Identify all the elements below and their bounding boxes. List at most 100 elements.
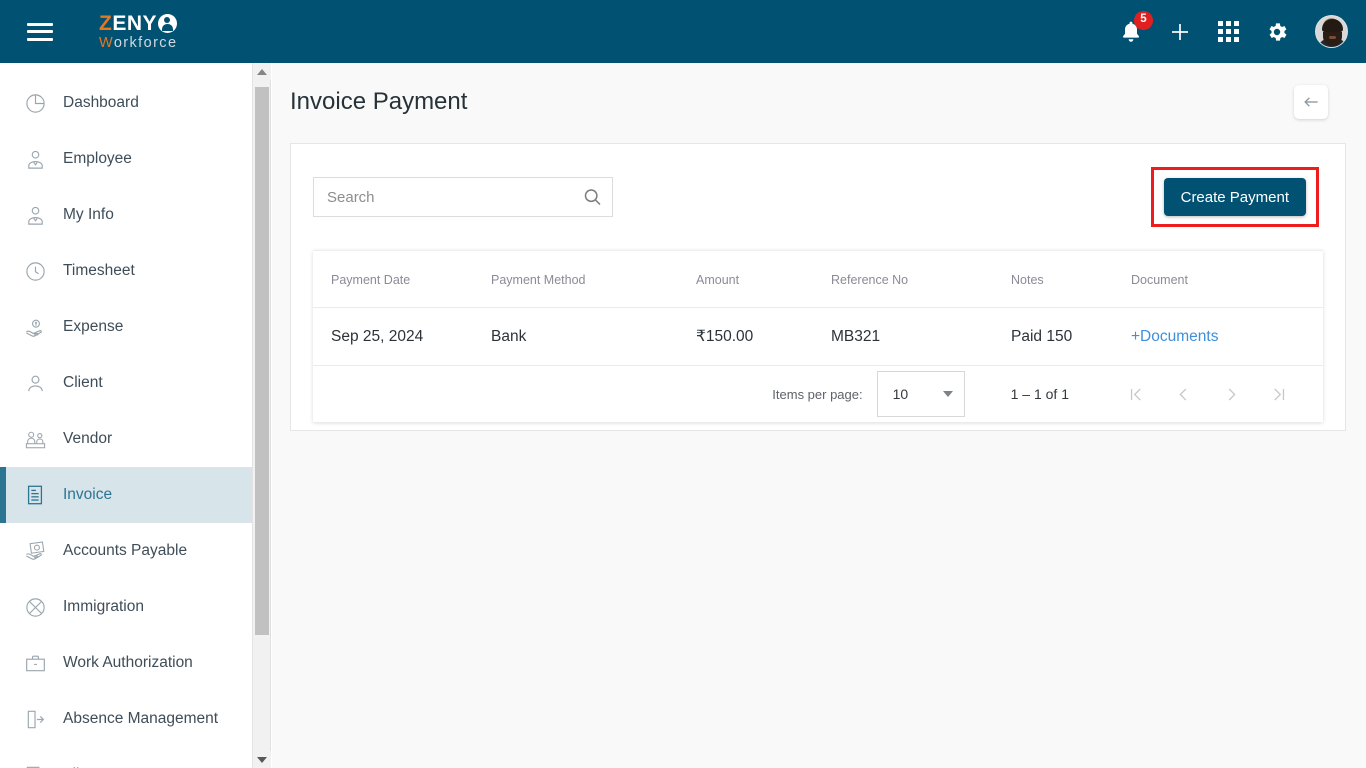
person-icon: [22, 370, 48, 396]
sidebar-nav-list: Dashboard Employee My Info Timesheet Exp…: [0, 63, 252, 768]
notification-badge: 5: [1134, 10, 1153, 30]
logo-secondary-text: Workforce: [99, 36, 177, 51]
column-header-amount[interactable]: Amount: [696, 251, 831, 308]
page-header: Invoice Payment: [272, 63, 1366, 119]
avatar-mouth: [1329, 36, 1336, 39]
create-payment-button[interactable]: Create Payment: [1163, 178, 1306, 216]
logo-letter-z: Z: [99, 11, 113, 35]
last-page-button[interactable]: [1255, 374, 1303, 414]
items-per-page-select[interactable]: 10: [876, 371, 965, 417]
files-icon: [22, 762, 48, 768]
search-input[interactable]: [313, 177, 613, 217]
sidebar-item-employee[interactable]: Employee: [0, 131, 252, 187]
sidebar-item-label: Dashboard: [63, 94, 139, 111]
app-logo[interactable]: Z ENY Workforce: [99, 11, 178, 51]
add-documents-link[interactable]: +Documents: [1131, 328, 1218, 345]
user-avatar[interactable]: [1315, 15, 1348, 48]
absence-door-icon: [22, 706, 48, 732]
scroll-down-arrow-icon[interactable]: [253, 751, 271, 768]
sidebar-item-label: Client: [63, 374, 103, 391]
scroll-up-arrow-icon[interactable]: [253, 63, 271, 80]
settings-button[interactable]: [1265, 20, 1289, 44]
gear-icon: [1269, 22, 1287, 41]
pagination-range-label: 1 – 1 of 1: [1010, 386, 1069, 402]
logo-primary-text: Z ENY: [99, 11, 178, 35]
sidebar-item-accounts-payable[interactable]: Accounts Payable: [0, 523, 252, 579]
page-title: Invoice Payment: [290, 88, 468, 115]
notifications-button[interactable]: 5: [1120, 10, 1153, 44]
sidebar-item-dashboard[interactable]: Dashboard: [0, 75, 252, 131]
sidebar-item-label: Invoice: [63, 486, 113, 503]
expense-hand-coin-icon: [22, 314, 48, 340]
column-header-reference-no[interactable]: Reference No: [831, 251, 1011, 308]
sidebar-item-work-authorization[interactable]: Work Authorization: [0, 635, 252, 691]
chevron-down-icon: [942, 391, 953, 397]
cell-payment-date: Sep 25, 2024: [313, 307, 491, 366]
sidebar-item-my-info[interactable]: My Info: [0, 187, 252, 243]
table-paginator: Items per page: 10 1 – 1 of 1: [313, 366, 1323, 422]
previous-page-button[interactable]: [1159, 374, 1207, 414]
payments-table: Payment Date Payment Method Amount Refer…: [313, 251, 1323, 366]
column-header-document[interactable]: Document: [1131, 251, 1323, 308]
globe-icon: [22, 594, 48, 620]
first-page-button[interactable]: [1111, 374, 1159, 414]
next-page-icon: [1228, 388, 1236, 400]
search-icon[interactable]: [582, 187, 603, 208]
logo-letter-w: W: [99, 34, 114, 51]
last-page-icon: [1273, 388, 1284, 400]
employee-icon: [22, 146, 48, 172]
payments-table-card: Payment Date Payment Method Amount Refer…: [313, 250, 1323, 422]
cell-reference-no: MB321: [831, 307, 1011, 366]
hamburger-menu-icon[interactable]: [27, 22, 53, 41]
vendor-icon: [22, 426, 48, 452]
cell-payment-method: Bank: [491, 307, 696, 366]
back-button[interactable]: [1294, 85, 1328, 119]
first-page-icon: [1130, 388, 1141, 400]
sidebar-item-client[interactable]: Client: [0, 355, 252, 411]
hamburger-line: [27, 22, 53, 26]
plus-icon: [1172, 23, 1188, 40]
next-page-button[interactable]: [1207, 374, 1255, 414]
sidebar-scrollbar[interactable]: [253, 63, 271, 768]
card-toolbar: Create Payment: [291, 144, 1345, 227]
sidebar-item-files[interactable]: Files: [0, 747, 252, 768]
logo-letters-eny: ENY: [112, 11, 158, 35]
table-row[interactable]: Sep 25, 2024 Bank ₹150.00 MB321 Paid 150…: [313, 307, 1323, 366]
sidebar-item-label: Expense: [63, 318, 124, 335]
sidebar-item-label: Work Authorization: [63, 654, 193, 671]
invoice-payment-card: Create Payment Payment Date Payment Meth…: [290, 143, 1346, 431]
table-body: Sep 25, 2024 Bank ₹150.00 MB321 Paid 150…: [313, 307, 1323, 366]
grid-apps-icon: [1218, 21, 1239, 42]
add-button[interactable]: [1168, 20, 1192, 44]
avatar-hair: [1322, 19, 1343, 32]
briefcase-icon: [22, 650, 48, 676]
sidebar-item-label: Accounts Payable: [63, 542, 188, 559]
column-header-payment-method[interactable]: Payment Method: [491, 251, 696, 308]
sidebar-item-vendor[interactable]: Vendor: [0, 411, 252, 467]
top-bar-actions: 5: [1120, 10, 1348, 48]
apps-button[interactable]: [1218, 21, 1239, 42]
sidebar-item-invoice[interactable]: Invoice: [0, 467, 252, 523]
my-info-icon: [22, 202, 48, 228]
column-header-payment-date[interactable]: Payment Date: [313, 251, 491, 308]
sidebar-item-label: Absence Management: [63, 710, 219, 727]
sidebar-item-label: Vendor: [63, 430, 113, 447]
sidebar-item-timesheet[interactable]: Timesheet: [0, 243, 252, 299]
sidebar-item-expense[interactable]: Expense: [0, 299, 252, 355]
accounts-payable-icon: [22, 538, 48, 564]
column-header-notes[interactable]: Notes: [1011, 251, 1131, 308]
pie-chart-icon: [22, 90, 48, 116]
sidebar-item-absence-management[interactable]: Absence Management: [0, 691, 252, 747]
invoice-document-icon: [22, 482, 48, 508]
scrollbar-thumb[interactable]: [255, 87, 269, 635]
search-field: [313, 177, 613, 217]
sidebar-item-label: Employee: [63, 150, 132, 167]
back-arrow-icon: [1304, 97, 1318, 107]
sidebar-navigation: Dashboard Employee My Info Timesheet Exp…: [0, 63, 253, 768]
at-icon: [158, 13, 178, 33]
cell-amount: ₹150.00: [696, 307, 831, 366]
hamburger-line: [27, 37, 53, 41]
sidebar-item-immigration[interactable]: Immigration: [0, 579, 252, 635]
create-payment-highlight-region: Create Payment: [1150, 167, 1319, 227]
top-app-bar: Z ENY Workforce 5: [0, 0, 1366, 63]
